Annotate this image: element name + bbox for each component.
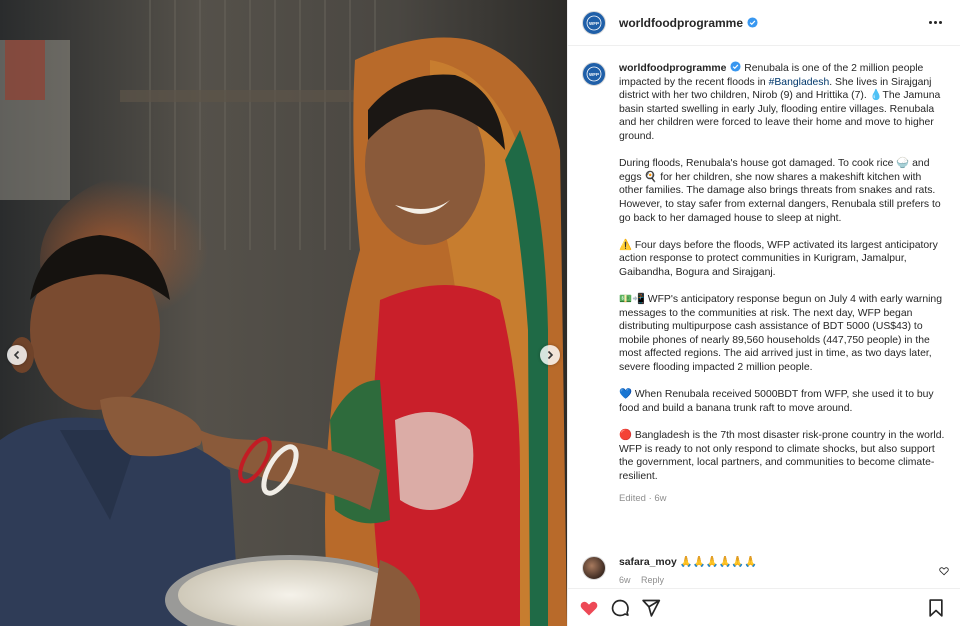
post-panel: WFP worldfoodprogramme WFP worldfoodprog… xyxy=(567,0,960,626)
comment-button[interactable] xyxy=(609,597,631,619)
caption-paragraph: 💵📲 WFP's anticipatory response begun on … xyxy=(619,294,942,374)
share-button[interactable] xyxy=(640,597,662,619)
verified-badge-icon xyxy=(747,17,758,28)
caption-row: WFP worldfoodprogramme Renubala is one o… xyxy=(568,47,960,506)
comment-icon xyxy=(611,599,629,616)
wfp-logo-icon: WFP xyxy=(586,15,602,30)
dot-icon xyxy=(929,21,932,24)
post-photo xyxy=(0,0,567,626)
paper-plane-icon xyxy=(642,599,661,617)
post-actions-bar xyxy=(568,588,960,626)
comment-item: safara_moy 🙏🙏🙏🙏🙏🙏 6w Reply xyxy=(568,556,960,587)
comment-meta: 6w Reply xyxy=(619,574,757,587)
reply-link[interactable]: Reply xyxy=(641,575,664,585)
caption-paragraph: 🔴 Bangladesh is the 7th most disaster ri… xyxy=(619,430,945,482)
carousel-prev-button[interactable] xyxy=(7,345,27,365)
caption-paragraph: During floods, Renubala's house got dama… xyxy=(619,158,941,224)
wfp-logo-icon: WFP xyxy=(586,66,602,82)
dot-icon xyxy=(934,21,937,24)
comment-text: 🙏🙏🙏🙏🙏🙏 xyxy=(679,557,758,568)
post-caption: worldfoodprogramme Renubala is one of th… xyxy=(619,61,945,506)
photo-scene xyxy=(0,0,567,626)
chevron-left-icon xyxy=(13,350,20,360)
caption-scroll-area[interactable]: WFP worldfoodprogramme Renubala is one o… xyxy=(568,47,960,542)
svg-text:WFP: WFP xyxy=(589,72,599,77)
profile-avatar[interactable]: WFP xyxy=(582,10,606,35)
verified-badge-icon xyxy=(730,61,741,72)
save-button[interactable] xyxy=(925,597,947,619)
post-header: WFP worldfoodprogramme xyxy=(568,0,960,46)
bookmark-icon xyxy=(929,598,943,617)
caption-avatar[interactable]: WFP xyxy=(582,62,606,86)
more-options-button[interactable] xyxy=(925,17,946,28)
chevron-right-icon xyxy=(547,350,554,360)
caption-username[interactable]: worldfoodprogramme xyxy=(619,63,726,74)
caption-paragraph: 💙 When Renubala received 5000BDT from WF… xyxy=(619,389,934,414)
hashtag-link[interactable]: #Bangladesh xyxy=(769,77,830,88)
comment-body: safara_moy 🙏🙏🙏🙏🙏🙏 6w Reply xyxy=(619,556,757,587)
like-button[interactable] xyxy=(578,597,600,619)
commenter-avatar[interactable] xyxy=(582,556,606,580)
comment-time: 6w xyxy=(619,575,631,585)
comment-username[interactable]: safara_moy xyxy=(619,557,677,568)
dot-icon xyxy=(939,21,942,24)
caption-paragraph: ⚠️ Four days before the floods, WFP acti… xyxy=(619,239,938,278)
header-username[interactable]: worldfoodprogramme xyxy=(619,16,743,30)
svg-text:WFP: WFP xyxy=(589,21,599,26)
heart-icon xyxy=(580,601,598,615)
carousel-next-button[interactable] xyxy=(540,345,560,365)
comment-heart-icon[interactable] xyxy=(939,566,949,576)
caption-paragraph: worldfoodprogramme Renubala is one of th… xyxy=(619,61,945,144)
edited-timestamp: Edited · 6w xyxy=(619,493,667,504)
